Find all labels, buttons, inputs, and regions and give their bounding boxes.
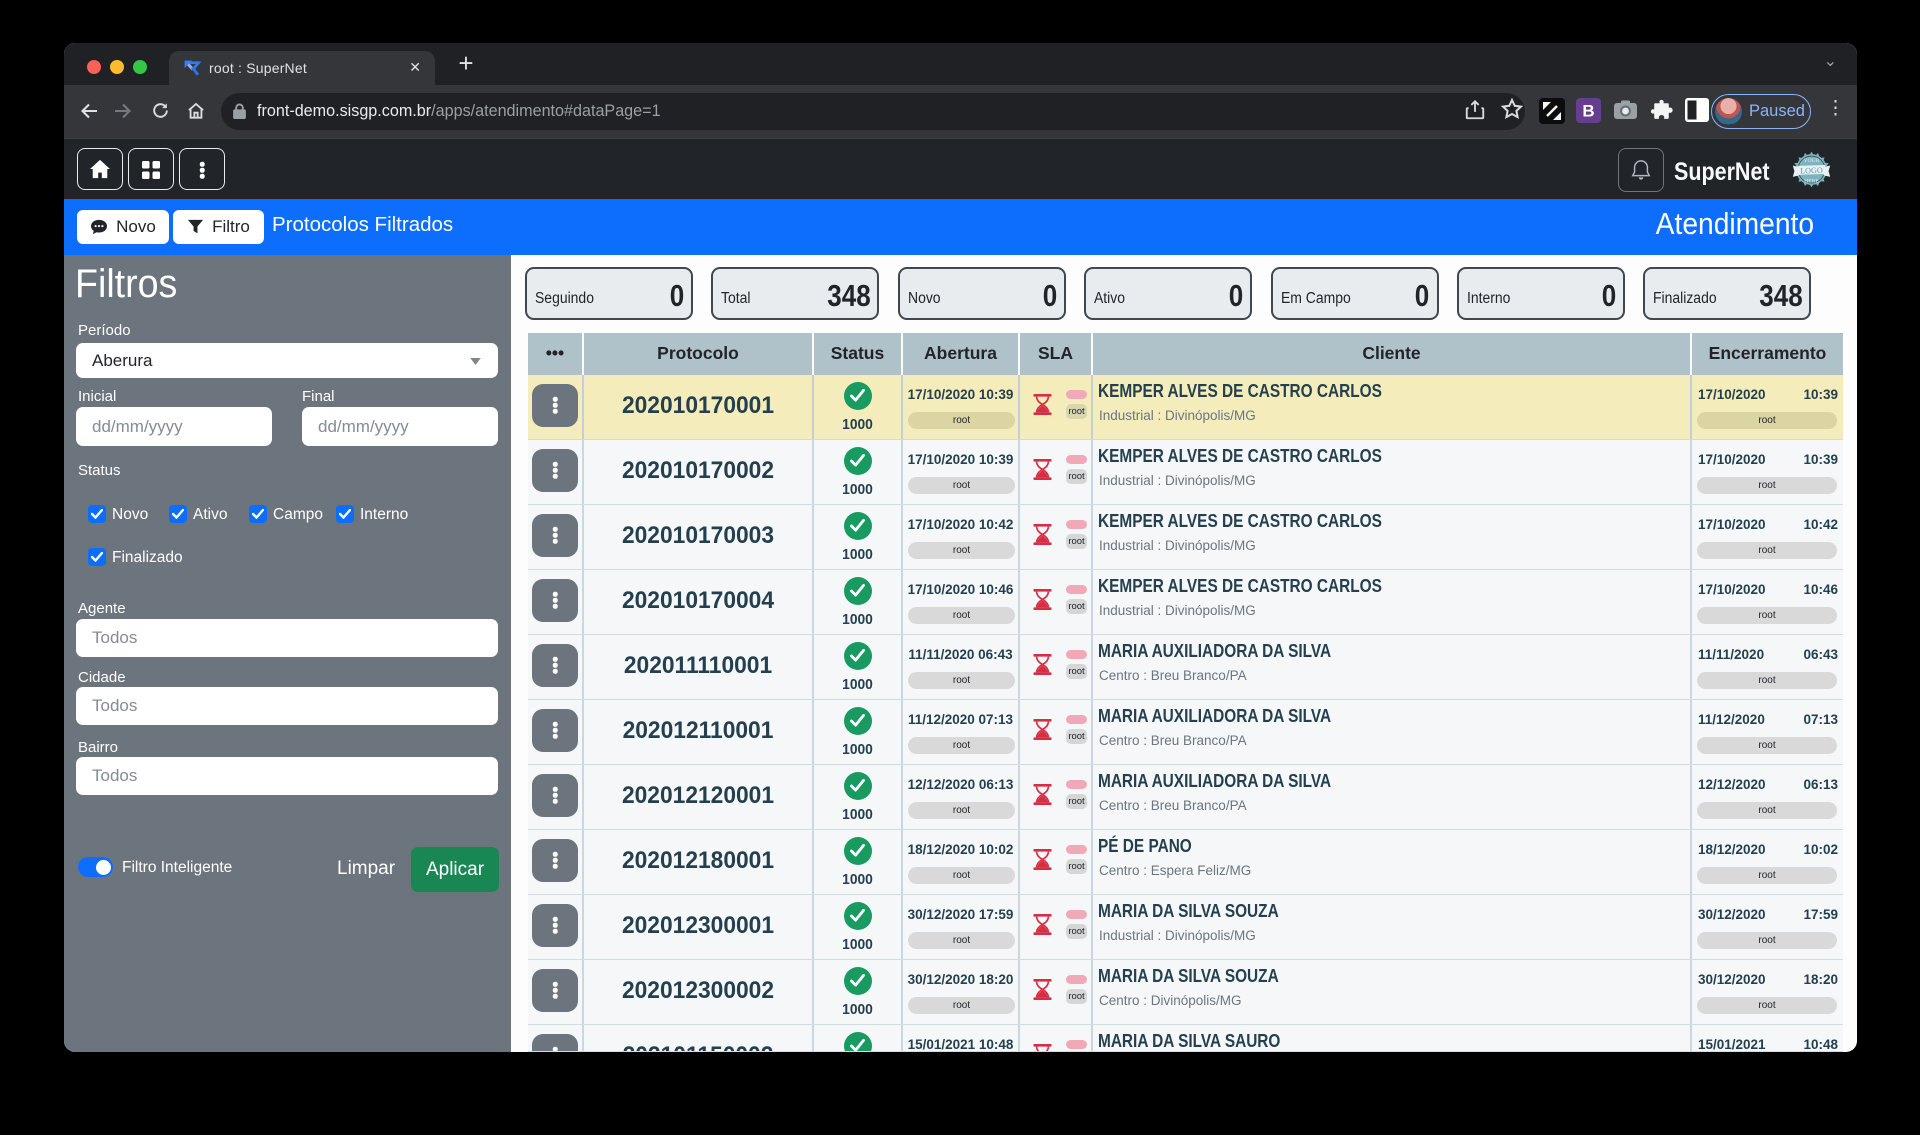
svg-text:YOUR: YOUR <box>1803 158 1819 164</box>
svg-text:HERE: HERE <box>1804 179 1819 185</box>
svg-text:LOGO: LOGO <box>1800 166 1823 176</box>
svg-text:B: B <box>1582 102 1594 121</box>
